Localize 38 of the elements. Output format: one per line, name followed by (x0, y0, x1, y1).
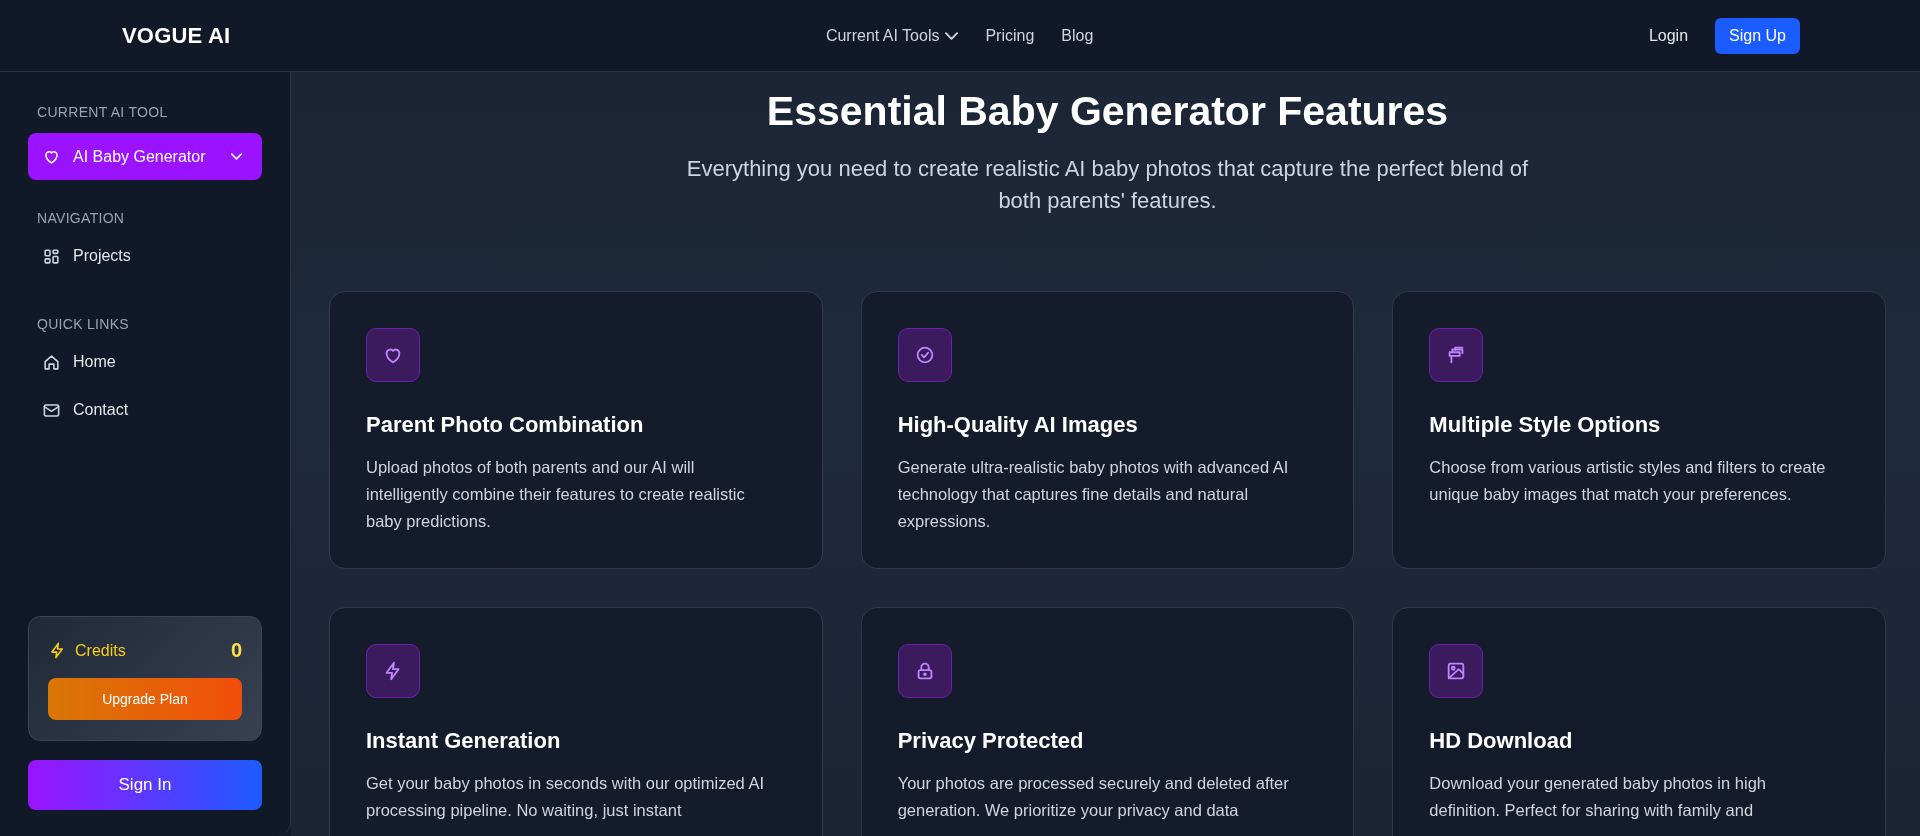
section-label: CURRENT AI TOOL (36, 104, 169, 120)
feature-title: High-Quality AI Images (897, 412, 1139, 438)
feature-description: Choose from various artistic styles and filters to create unique baby images that match your preferences. (1429, 457, 1827, 505)
section-label: QUICK LINKS (36, 316, 130, 332)
sidebar-item[interactable]: Contact (28, 392, 262, 428)
feature-title: HD Download (1429, 728, 1574, 754)
credits-label: Credits (75, 641, 126, 660)
credits-count: 0 (230, 639, 242, 662)
feature-description: Upload photos of both parents and our AI will intelligently combine their features to create realistic baby predictions. (366, 457, 746, 532)
nav-link[interactable]: Blog (1061, 26, 1094, 45)
nav-link[interactable]: Pricing (985, 26, 1035, 45)
sign-in-button[interactable]: Sign In (28, 760, 262, 810)
page-title: Essential Baby Generator Features (765, 87, 1450, 136)
feature-description: Your photos are processed securely and deleted after generation. We prioritize your privacy and data (897, 773, 1290, 821)
sign-up-button[interactable]: Sign Up (1715, 17, 1800, 54)
feature-title: Multiple Style Options (1429, 412, 1662, 438)
nav-link[interactable]: Current AI Tools (825, 26, 959, 45)
feature-description: Download your generated baby photos in high definition. Perfect for sharing with family and (1429, 773, 1767, 821)
section-label: NAVIGATION (36, 210, 126, 226)
lightning-icon (366, 644, 420, 698)
feature-title: Parent Photo Combination (366, 412, 645, 438)
feature-description: Get your baby photos in seconds with our optimized AI processing pipeline. No waiting, just instant (366, 773, 766, 821)
login-link[interactable]: Login (1648, 26, 1689, 45)
brush-icon (1429, 328, 1484, 382)
feature-title: Privacy Protected (897, 728, 1085, 754)
lock-icon (897, 644, 952, 698)
page-subtitle: Everything you need to create realistic AI baby photos that capture the perfect blend of both parents' features. (685, 155, 1530, 215)
feature-title: Instant Generation (366, 728, 562, 754)
chevron-down-icon (945, 31, 959, 40)
image-icon (1429, 644, 1484, 698)
sidebar-item[interactable]: Projects (28, 238, 262, 274)
home-icon (42, 352, 61, 372)
feature-description: Generate ultra-realistic baby photos with advanced AI technology that captures fine details and natural expressions. (897, 457, 1290, 532)
logo[interactable]: VOGUE AI (122, 22, 231, 49)
chevron-down-icon (231, 153, 242, 160)
sidebar-item[interactable]: Home (28, 344, 262, 380)
grid-icon (42, 246, 61, 266)
tool-select[interactable]: AI Baby Generator (28, 133, 262, 180)
